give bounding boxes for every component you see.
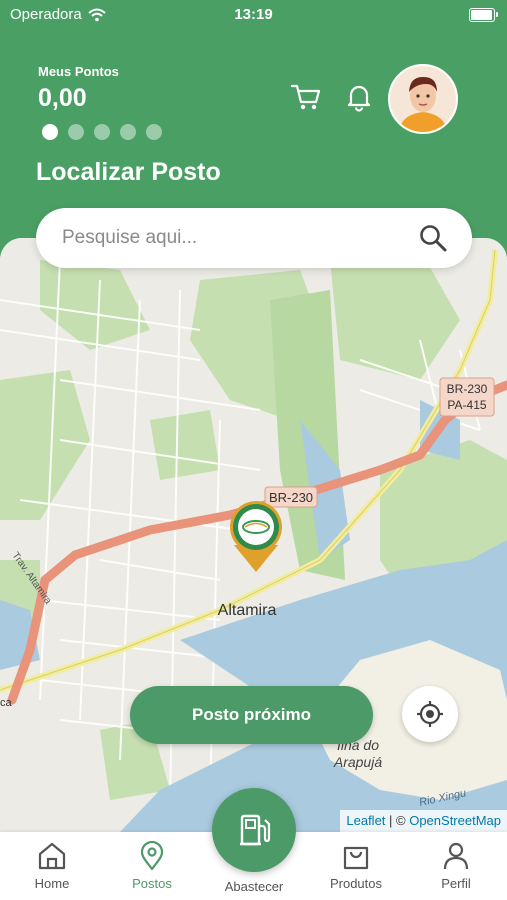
avatar[interactable] (388, 64, 458, 134)
status-bar: Operadora 13:19 (0, 0, 507, 30)
island-label-line2: Arapujá (333, 754, 382, 770)
nav-abastecer-label[interactable]: Abastecer (204, 879, 304, 894)
nav-postos[interactable]: Postos (102, 832, 202, 891)
carousel-dot[interactable] (42, 124, 58, 140)
road-label-pa415: PA-415 (447, 398, 486, 412)
refuel-fab-button[interactable] (212, 788, 296, 872)
user-icon (443, 842, 469, 870)
locate-me-button[interactable] (402, 686, 458, 742)
avatar-image (390, 66, 456, 132)
nav-perfil[interactable]: Perfil (406, 832, 506, 891)
points-value: 0,00 (38, 84, 87, 112)
nav-produtos[interactable]: Produtos (306, 832, 406, 891)
nav-home[interactable]: Home (2, 832, 102, 891)
road-label-br230: BR-230 (269, 490, 313, 505)
nav-perfil-label: Perfil (441, 876, 471, 891)
city-label: Altamira (218, 602, 277, 619)
attribution-separator: | © (385, 813, 410, 828)
points-label: Meus Pontos (38, 64, 119, 79)
battery-icon (469, 8, 498, 22)
shopping-bag-icon (343, 846, 369, 870)
nav-produtos-label: Produtos (329, 876, 383, 891)
carousel-dot[interactable] (120, 124, 136, 140)
nearest-station-button[interactable]: Posto próximo (130, 686, 373, 744)
road-edge-label: ca (0, 697, 13, 709)
home-icon (38, 842, 66, 870)
carousel-dot[interactable] (146, 124, 162, 140)
bell-icon[interactable] (344, 82, 374, 112)
clock: 13:19 (234, 6, 273, 23)
nav-home-label: Home (34, 876, 70, 891)
carousel-dot[interactable] (68, 124, 84, 140)
carousel-dots (42, 124, 162, 140)
search-icon[interactable] (418, 223, 448, 253)
cart-icon[interactable] (290, 82, 322, 112)
search-bar[interactable] (36, 208, 472, 268)
map-attribution: Leaflet | © OpenStreetMap (340, 810, 507, 832)
nav-postos-label: Postos (132, 876, 172, 891)
fuel-pump-icon (240, 814, 271, 846)
road-label-br230-2: BR-230 (447, 382, 488, 396)
crosshair-icon (417, 701, 443, 727)
page-title: Localizar Posto (36, 158, 221, 186)
search-input[interactable] (60, 226, 418, 250)
leaflet-link[interactable]: Leaflet (346, 813, 385, 828)
location-pin-icon (140, 840, 164, 871)
carousel-dot[interactable] (94, 124, 110, 140)
osm-link[interactable]: OpenStreetMap (409, 813, 501, 828)
